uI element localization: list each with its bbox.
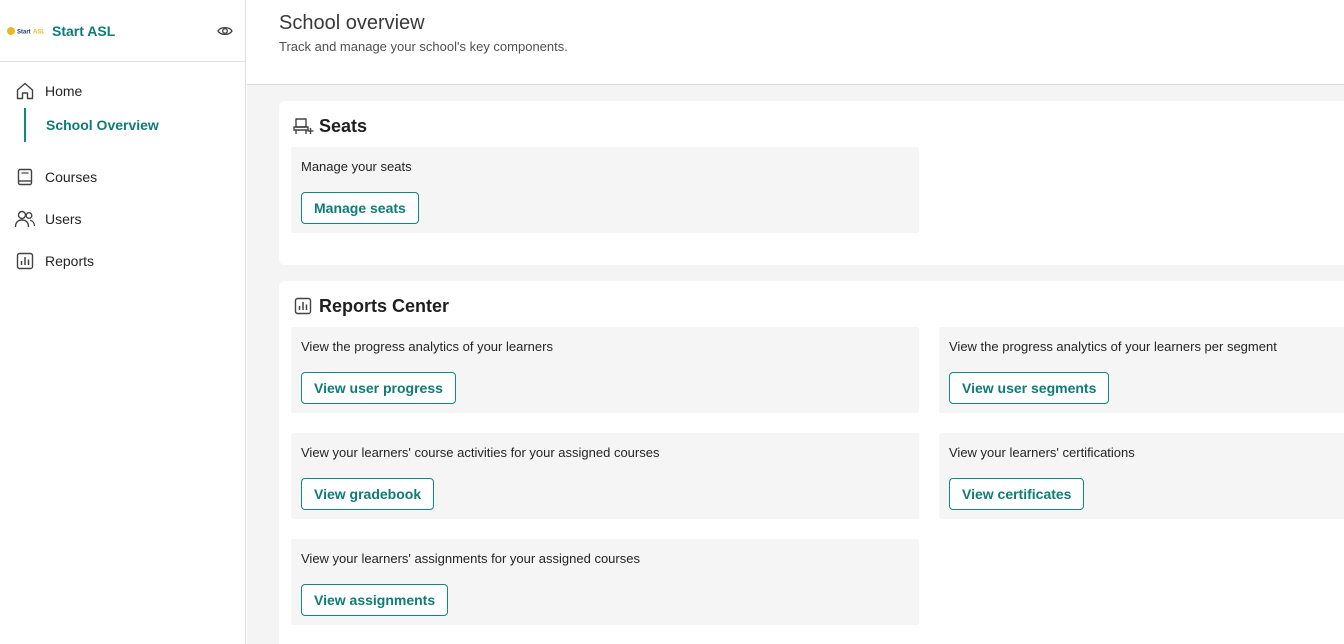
page-subtitle: Track and manage your school's key compo…: [279, 39, 568, 54]
tile-description: View your learners' assignments for your…: [301, 551, 640, 566]
manage-seats-tile: Manage your seats Manage seats: [291, 147, 919, 233]
sidebar-item-label: School Overview: [46, 117, 159, 133]
tile-description: View your learners' certifications: [949, 445, 1135, 460]
brand-header: Start ASL Start ASL: [0, 0, 245, 62]
tile-description: View the progress analytics of your lear…: [949, 339, 1277, 354]
sidebar-item-reports[interactable]: Reports: [0, 240, 245, 282]
sidebar-item-users[interactable]: Users: [0, 198, 245, 240]
chart-icon: [14, 250, 36, 272]
report-chart-icon: [291, 295, 315, 317]
view-certificates-button[interactable]: View certificates: [949, 478, 1085, 510]
seats-card: Seats Manage your seats Manage seats: [279, 101, 1344, 265]
tile-description: Manage your seats: [301, 159, 412, 174]
sidebar: Start ASL Start ASL Home School Overview: [0, 0, 246, 644]
svg-text:Start: Start: [17, 29, 31, 35]
sidebar-nav: Home School Overview Courses Users Repor…: [0, 62, 245, 282]
view-user-segments-button[interactable]: View user segments: [949, 372, 1110, 404]
sidebar-item-label: Home: [45, 83, 83, 99]
view-gradebook-button[interactable]: View gradebook: [301, 478, 435, 510]
view-assignments-button[interactable]: View assignments: [301, 584, 449, 616]
tile-description: View your learners' course activities fo…: [301, 445, 660, 460]
page-header: School overview Track and manage your sc…: [247, 0, 1344, 85]
seats-card-header: Seats: [291, 115, 367, 137]
sidebar-item-label: Courses: [45, 169, 98, 185]
users-icon: [14, 208, 36, 230]
page-title: School overview: [279, 12, 425, 34]
book-icon: [14, 166, 36, 188]
brand-name[interactable]: Start ASL: [52, 23, 115, 39]
sidebar-item-courses[interactable]: Courses: [0, 156, 245, 198]
user-segments-tile: View the progress analytics of your lear…: [939, 327, 1344, 413]
reports-card-header: Reports Center: [291, 295, 449, 317]
sidebar-item-school-overview[interactable]: School Overview: [24, 108, 245, 142]
eye-icon[interactable]: [215, 22, 235, 40]
home-icon: [14, 80, 36, 102]
svg-text:ASL: ASL: [33, 29, 44, 35]
sidebar-item-label: Users: [45, 211, 82, 227]
tile-description: View the progress analytics of your lear…: [301, 339, 553, 354]
main-content: School overview Track and manage your sc…: [247, 0, 1344, 644]
gradebook-tile: View your learners' course activities fo…: [291, 433, 919, 519]
assignments-tile: View your learners' assignments for your…: [291, 539, 919, 625]
certificates-tile: View your learners' certifications View …: [939, 433, 1344, 519]
brand-logo[interactable]: Start ASL: [6, 23, 44, 39]
reports-center-title: Reports Center: [319, 295, 450, 316]
seat-icon: [291, 115, 315, 137]
seats-title: Seats: [319, 115, 368, 136]
user-progress-tile: View the progress analytics of your lear…: [291, 327, 919, 413]
manage-seats-button[interactable]: Manage seats: [301, 192, 419, 224]
sidebar-item-home[interactable]: Home: [0, 70, 245, 112]
view-user-progress-button[interactable]: View user progress: [301, 372, 456, 404]
reports-center-card: Reports Center View the progress analyti…: [279, 281, 1344, 644]
sidebar-item-label: Reports: [45, 253, 95, 269]
